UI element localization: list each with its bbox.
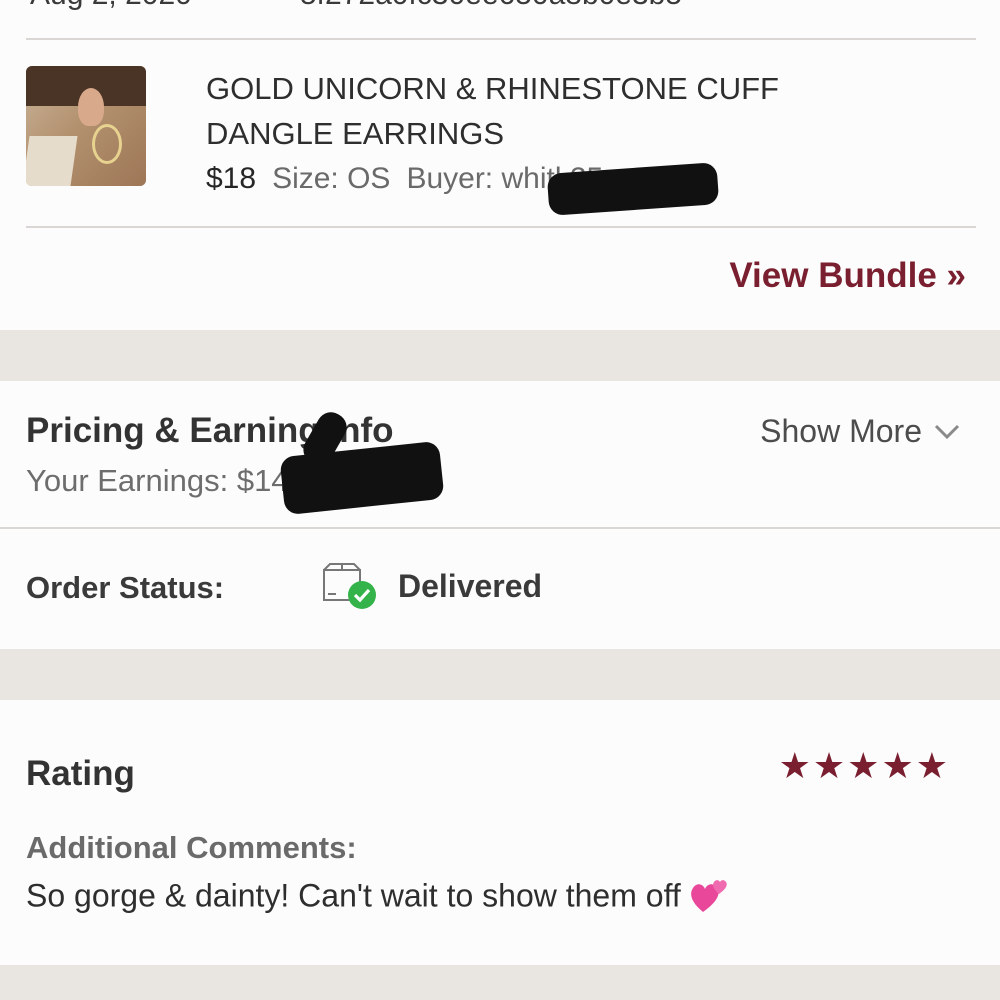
item-thumbnail[interactable] [26, 66, 146, 186]
divider [0, 527, 1000, 529]
item-size: Size: OS [272, 162, 391, 195]
order-status-label: Order Status: [26, 570, 225, 605]
show-more-button[interactable]: Show More [760, 413, 960, 450]
show-more-label: Show More [760, 413, 922, 449]
order-id: 5f272a0fc30ee650a8b0e3b5 [300, 0, 682, 12]
delivered-package-icon [322, 562, 378, 612]
comment-text: So gorge & dainty! Can't wait to show th… [26, 877, 681, 914]
rating-title: Rating [26, 754, 135, 793]
order-status-value: Delivered [398, 568, 543, 604]
pricing-card: Pricing & Earning Info Your Earnings: $1… [0, 381, 1000, 649]
two-hearts-icon [689, 874, 733, 922]
item-card: Aug 2, 2020 5f272a0fc30ee650a8b0e3b5 GOL… [0, 0, 1000, 330]
divider [26, 38, 976, 40]
comment-text-row: So gorge & dainty! Can't wait to show th… [26, 874, 733, 922]
divider [26, 226, 976, 228]
item-price: $18 [206, 162, 257, 195]
order-header-row: Aug 2, 2020 5f272a0fc30ee650a8b0e3b5 [30, 0, 682, 12]
additional-comments-label: Additional Comments: [26, 830, 357, 865]
view-bundle-link[interactable]: View Bundle » [729, 256, 966, 296]
chevron-down-icon [934, 411, 960, 448]
your-earnings: Your Earnings: $14 [26, 463, 289, 498]
item-meta: $18 Size: OS Buyer: whitk25 [206, 159, 603, 199]
rating-stars: ★★★★★ [778, 745, 950, 786]
order-date: Aug 2, 2020 [30, 0, 192, 11]
item-title[interactable]: GOLD UNICORN & RHINESTONE CUFF DANGLE EA… [206, 66, 906, 156]
